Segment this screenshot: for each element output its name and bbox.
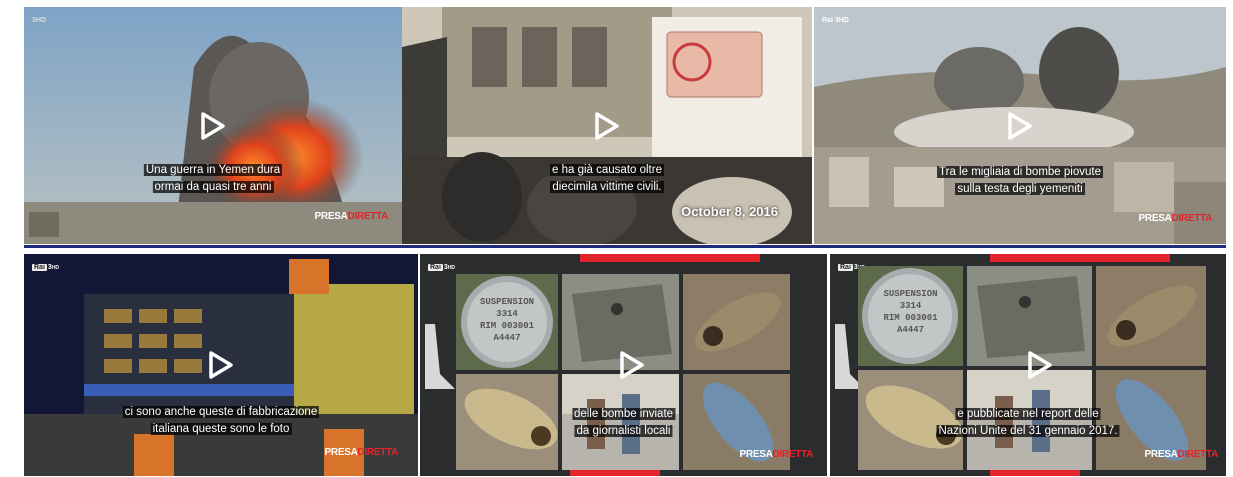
subtitle-caption: Tra le migliaia di bombe piovute sulla te…: [937, 166, 1103, 195]
presadiretta-logo: PRESADIRETTA: [1138, 213, 1213, 224]
photo-tag: SUSPENSION 3314 RIM 003001 A4447: [858, 266, 963, 366]
presadiretta-logo: PRESADIRETTA: [314, 211, 389, 222]
photo-shell: [1096, 266, 1206, 366]
subtitle-caption: delle bombe inviate da giornalisti locali: [571, 408, 676, 437]
photo-shell: [683, 274, 790, 370]
accent-bar: [580, 254, 760, 262]
subtitle-caption: e ha già causato oltre diecimila vittime …: [550, 164, 664, 193]
video-tile-6[interactable]: Rai3HD 4 SUSPENSION3314RIM 003001A4447 e…: [830, 254, 1226, 476]
photo-tag: SUSPENSION 3314 RIM 003001 A4447: [456, 274, 558, 370]
subtitle-caption: e pubblicate nel report delle Nazioni Uni…: [936, 408, 1120, 437]
video-tile-3[interactable]: Rai 3HD Tra le migliaia di bombe piovute…: [814, 7, 1226, 244]
play-icon[interactable]: [619, 350, 645, 380]
play-icon[interactable]: [200, 111, 226, 141]
play-icon[interactable]: [208, 350, 234, 380]
play-icon[interactable]: [594, 111, 620, 141]
accent-bar: [990, 470, 1080, 476]
accent-bar: [990, 254, 1170, 262]
channel-logo: Rai3HD: [428, 264, 456, 271]
channel-logo: Rai 3HD: [822, 17, 849, 24]
aircraft-silhouette: [425, 324, 455, 389]
video-tile-4[interactable]: Rai 3HD ci sono anche queste di fabbricaz…: [24, 254, 418, 476]
channel-logo: Rai3HD: [32, 264, 60, 271]
presadiretta-logo: PRESADIRETTA: [1144, 449, 1219, 460]
photo-bomb: [456, 374, 558, 470]
play-icon[interactable]: [1007, 111, 1033, 141]
video-tile-1[interactable]: 3HD Una guerra in Yemen dura ormai da qua…: [24, 7, 402, 244]
subtitle-caption: ci sono anche queste di fabbricazione ita…: [122, 406, 320, 435]
video-tile-2[interactable]: e ha già causato oltre diecimila vittime …: [402, 7, 812, 244]
row-divider: [24, 245, 1226, 248]
channel-logo: 3HD: [32, 17, 47, 24]
accent-bar: [570, 470, 660, 476]
subtitle-caption: Una guerra in Yemen dura ormai da quasi t…: [143, 164, 283, 193]
video-tile-5[interactable]: Rai3HD 4 SUSPENSION3314RIM 003001A4447 d…: [420, 254, 827, 476]
presadiretta-logo: PRESADIRETTA: [324, 447, 399, 458]
play-icon[interactable]: [1027, 350, 1053, 380]
presadiretta-logo: PRESADIRETTA: [739, 449, 814, 460]
date-overlay: October 8, 2016: [681, 204, 778, 219]
